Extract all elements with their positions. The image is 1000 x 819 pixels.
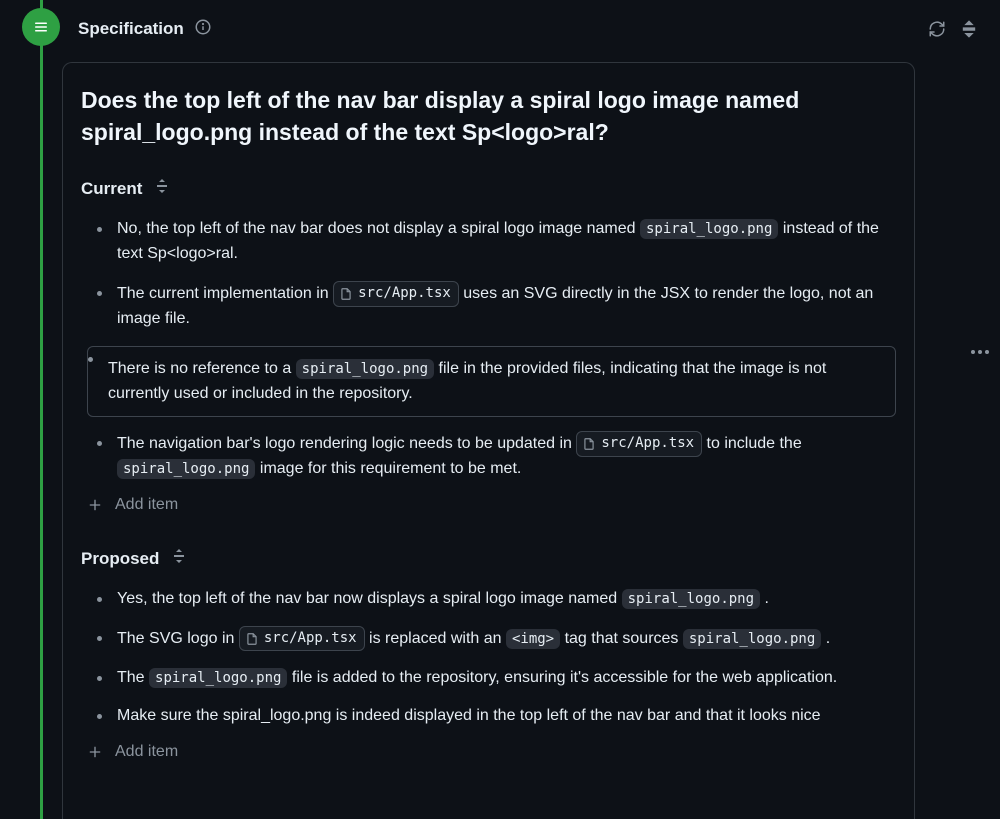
list-item[interactable]: Yes, the top left of the nav bar now dis… [97, 587, 896, 612]
list-item[interactable]: The spiral_logo.png file is added to the… [97, 666, 896, 691]
file-chip[interactable]: src/App.tsx [239, 626, 365, 652]
expand-section-button[interactable] [171, 548, 187, 569]
add-item-button[interactable]: Add item [81, 743, 896, 761]
plus-icon [87, 497, 103, 513]
code-token: spiral_logo.png [296, 359, 434, 379]
list-item[interactable]: No, the top left of the nav bar does not… [97, 217, 896, 267]
file-chip[interactable]: src/App.tsx [576, 431, 702, 457]
refresh-button[interactable] [926, 18, 948, 40]
proposed-items-list: Yes, the top left of the nav bar now dis… [81, 587, 896, 729]
code-token: spiral_logo.png [117, 459, 255, 479]
list-item[interactable]: The navigation bar's logo rendering logi… [97, 431, 896, 482]
code-token: spiral_logo.png [149, 668, 287, 688]
file-chip[interactable]: src/App.tsx [333, 281, 459, 307]
expand-section-button[interactable] [154, 178, 170, 199]
plus-icon [87, 744, 103, 760]
list-item[interactable]: The current implementation in src/App.ts… [97, 281, 896, 332]
current-section-title: Current [81, 179, 142, 199]
current-section-header: Current [81, 178, 896, 199]
page-title: Specification [78, 19, 184, 39]
proposed-section-title: Proposed [81, 549, 159, 569]
header-bar: Specification [78, 14, 980, 44]
specification-card: Does the top left of the nav bar display… [62, 62, 915, 819]
unfold-icon [960, 20, 978, 38]
info-icon[interactable] [194, 18, 212, 41]
kebab-icon [971, 350, 989, 354]
file-icon [339, 287, 353, 301]
add-item-label: Add item [115, 743, 178, 761]
code-token: spiral_logo.png [640, 219, 778, 239]
list-item[interactable]: The SVG logo in src/App.tsx is replaced … [97, 626, 896, 652]
timeline-rail [40, 0, 43, 819]
current-items-list: No, the top left of the nav bar does not… [81, 217, 896, 482]
file-icon [582, 437, 596, 451]
refresh-icon [928, 20, 946, 38]
code-token: <img> [506, 629, 560, 649]
row-more-actions[interactable] [971, 350, 989, 354]
file-icon [245, 632, 259, 646]
proposed-section-header: Proposed [81, 548, 896, 569]
list-item-selected[interactable]: There is no reference to a spiral_logo.p… [87, 346, 896, 418]
expand-button[interactable] [958, 18, 980, 40]
list-item[interactable]: Make sure the spiral_logo.png is indeed … [97, 704, 896, 729]
spec-question: Does the top left of the nav bar display… [81, 85, 896, 148]
add-item-label: Add item [115, 496, 178, 514]
menu-toggle-button[interactable] [22, 8, 60, 46]
code-token: spiral_logo.png [683, 629, 821, 649]
add-item-button[interactable]: Add item [81, 496, 896, 514]
code-token: spiral_logo.png [622, 589, 760, 609]
list-icon [32, 18, 50, 36]
